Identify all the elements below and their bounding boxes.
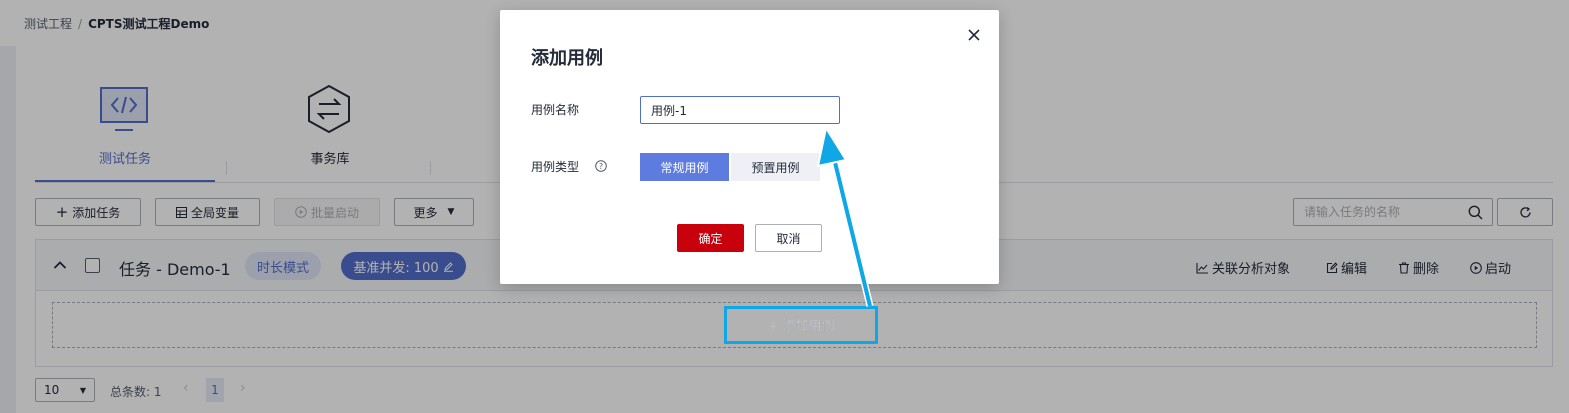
help-icon[interactable]: ? [595, 160, 607, 172]
confirm-button[interactable]: 确定 [677, 224, 744, 252]
case-name-input[interactable] [651, 103, 831, 117]
svg-text:?: ? [599, 162, 603, 171]
add-case-dialog: 添加用例 用例名称 用例类型 ? 常规用例 预置用例 确定 取消 [500, 10, 999, 284]
case-type-label: 用例类型 [531, 160, 580, 174]
dialog-title: 添加用例 [531, 48, 603, 69]
case-type-regular[interactable]: 常规用例 [640, 153, 729, 181]
case-name-field [640, 96, 840, 124]
cancel-button[interactable]: 取消 [755, 224, 822, 252]
close-icon[interactable] [966, 27, 982, 43]
case-name-label: 用例名称 [531, 103, 580, 117]
add-case-button-highlighted[interactable]: + 添加用例 [726, 307, 876, 342]
case-type-preset[interactable]: 预置用例 [731, 153, 820, 181]
